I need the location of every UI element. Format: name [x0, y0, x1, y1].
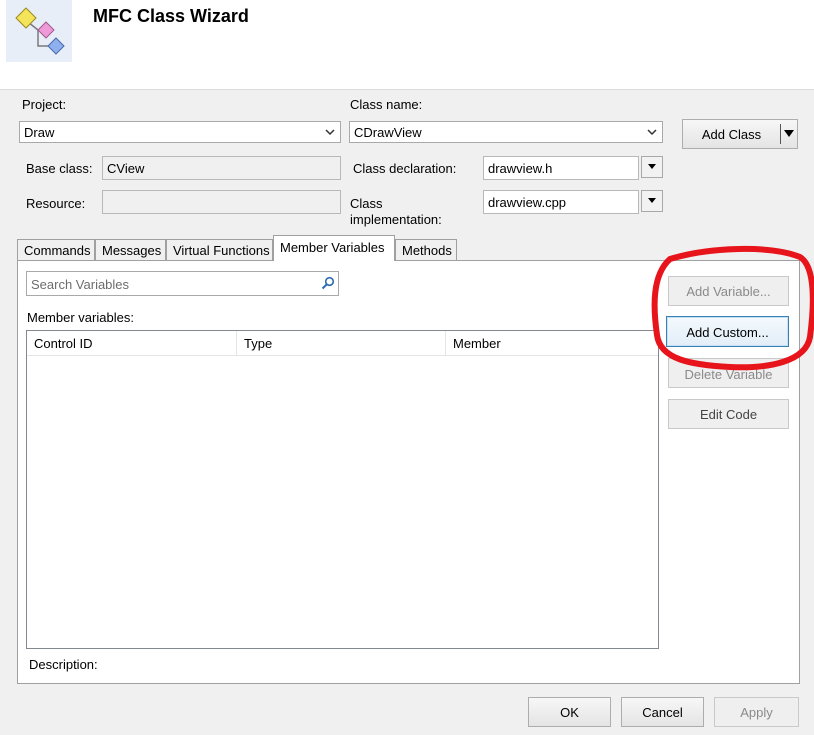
class-name-combo[interactable]: CDrawView: [349, 121, 663, 143]
add-class-button[interactable]: Add Class: [683, 127, 780, 142]
resource-field: [102, 190, 341, 214]
search-input[interactable]: [29, 274, 313, 294]
base-class-field: CView: [102, 156, 341, 180]
class-declaration-dropdown-button[interactable]: [641, 156, 663, 178]
class-wizard-logo-icon: [6, 0, 72, 62]
class-implementation-label-line2: implementation:: [350, 212, 442, 227]
project-combo[interactable]: Draw: [19, 121, 341, 143]
class-declaration-label: Class declaration:: [353, 161, 457, 176]
project-label: Project:: [22, 97, 67, 112]
tab-virtual-functions[interactable]: Virtual Functions: [166, 239, 273, 260]
description-label: Description:: [29, 657, 98, 672]
base-class-label: Base class:: [26, 161, 93, 176]
tab-methods[interactable]: Methods: [395, 239, 457, 260]
tab-member-variables[interactable]: Member Variables: [273, 235, 395, 261]
ok-button[interactable]: OK: [528, 697, 611, 727]
tab-messages[interactable]: Messages: [95, 239, 166, 260]
chevron-down-icon: [647, 129, 657, 136]
column-header-control-id[interactable]: Control ID: [27, 331, 237, 355]
class-implementation-dropdown-button[interactable]: [641, 190, 663, 212]
dropdown-arrow-icon: [648, 198, 656, 203]
resource-label: Resource:: [26, 196, 86, 211]
class-implementation-field[interactable]: drawview.cpp: [483, 190, 639, 214]
search-box[interactable]: [26, 271, 339, 296]
wizard-header: MFC Class Wizard: [0, 0, 814, 90]
tab-commands[interactable]: Commands: [17, 239, 95, 260]
add-class-dropdown-arrow-icon[interactable]: [784, 130, 794, 137]
class-implementation-label-line1: Class: [350, 196, 383, 211]
split-divider: [780, 124, 781, 144]
class-name-value: CDrawView: [354, 125, 422, 140]
cancel-button[interactable]: Cancel: [621, 697, 704, 727]
column-header-member[interactable]: Member: [446, 331, 658, 355]
window-title: MFC Class Wizard: [93, 6, 249, 26]
add-variable-button[interactable]: Add Variable...: [668, 276, 789, 306]
edit-code-button[interactable]: Edit Code: [668, 399, 789, 429]
add-custom-button[interactable]: Add Custom...: [666, 316, 789, 347]
class-declaration-field[interactable]: drawview.h: [483, 156, 639, 180]
add-class-split-button[interactable]: Add Class: [682, 119, 798, 149]
list-header: Control ID Type Member: [27, 331, 658, 356]
member-variables-list[interactable]: Control ID Type Member: [26, 330, 659, 649]
dropdown-arrow-icon: [648, 164, 656, 169]
search-icon[interactable]: [321, 276, 335, 290]
chevron-down-icon: [325, 129, 335, 136]
delete-variable-button[interactable]: Delete Variable: [668, 358, 789, 388]
member-variables-label: Member variables:: [27, 310, 134, 325]
column-header-type[interactable]: Type: [237, 331, 446, 355]
class-name-label: Class name:: [350, 97, 423, 112]
member-variables-panel: Member variables: Control ID Type Member…: [17, 260, 800, 684]
apply-button[interactable]: Apply: [714, 697, 799, 727]
project-value: Draw: [24, 125, 55, 140]
